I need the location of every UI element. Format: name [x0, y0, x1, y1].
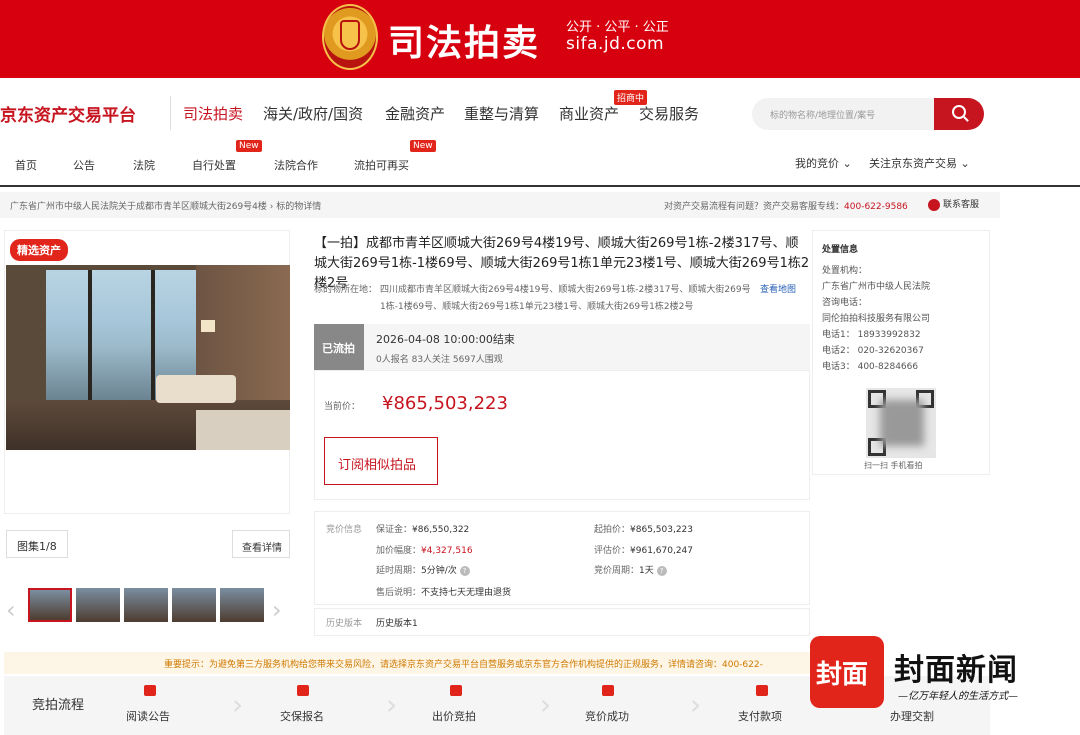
new-badge: New [410, 140, 436, 152]
prev-arrow-icon[interactable]: ‹ [6, 596, 16, 624]
subscribe-similar-button[interactable]: 订阅相似拍品 [324, 437, 438, 485]
nav-trading-services[interactable]: 交易服务 [639, 103, 699, 124]
nav-financial-assets[interactable]: 金融资产 [385, 103, 445, 124]
after-sale-note: 售后说明：不支持七天无理由退货 [376, 588, 512, 598]
nav-commercial-assets[interactable]: 商业资产 [559, 103, 619, 124]
cover-news-name: 封面新闻 [894, 653, 1018, 688]
disposal-title: 处置信息 [822, 245, 859, 255]
step-chevron: › [690, 688, 702, 721]
appraised-value: 评估价：¥961,670,247 [594, 546, 693, 556]
info-icon[interactable]: ? [459, 565, 470, 576]
subnav-home[interactable]: 首页 [15, 157, 37, 173]
service-icon [928, 198, 940, 211]
phone-2: 电话2： 020-32620367 [822, 346, 924, 356]
location-text: 四川成都市青羊区顺城大街269号4楼19号、顺城大街269号1栋-2楼317号、… [380, 285, 751, 312]
nav-underline [0, 185, 1080, 187]
notice-text: 重要提示：为避免第三方服务机构给您带来交易风险，请选择京东资产交易平台自营服务或… [164, 660, 763, 670]
search-button[interactable] [934, 98, 984, 130]
cover-news-logo: 封面 [810, 636, 884, 708]
bid-info-label: 竞价信息 [326, 525, 363, 535]
subnav-announcements[interactable]: 公告 [73, 157, 95, 173]
location-label: 标的物所在地： [314, 285, 378, 295]
payment-icon [756, 685, 768, 696]
thumbnail[interactable] [220, 588, 264, 622]
step-chevron: › [232, 688, 244, 721]
featured-badge: 精选资产 [10, 239, 68, 261]
next-arrow-icon[interactable]: › [272, 596, 282, 624]
step-chevron: › [540, 688, 552, 721]
breadcrumb[interactable]: 广东省广州市中级人民法院关于成都市青羊区顺城大街269号4楼 › 标的物详情 [10, 199, 321, 212]
bid-cycle: 竞价周期：1天 ? [594, 563, 667, 576]
thumbnail[interactable] [28, 588, 72, 622]
end-time: 2026-04-08 10:00:00结束 [376, 333, 515, 346]
thumbnail[interactable] [172, 588, 216, 622]
step-deposit-register: 交保报名 [280, 710, 324, 723]
process-title: 竞拍流程 [32, 698, 85, 713]
deposit: 保证金：¥86,550,322 [376, 525, 470, 535]
history-label: 历史版本 [326, 619, 363, 629]
step-bid-success: 竞价成功 [585, 710, 629, 723]
starting-price: 起拍价：¥865,503,223 [594, 525, 693, 535]
subnav-courts[interactable]: 法院 [133, 157, 155, 173]
disposal-org-label: 处置机构： [822, 266, 868, 276]
phone-1: 电话1： 18933992832 [822, 330, 921, 340]
bid-increment: 加价幅度：¥4,327,516 [376, 546, 473, 556]
search-input[interactable]: 标的物名称/地理位置/案号 [752, 98, 942, 130]
auction-stats: 0人报名 83人关注 5697人围观 [376, 355, 503, 365]
my-bids-menu[interactable]: 我的竞价 ⌄ [795, 155, 852, 171]
qr-code-icon [866, 388, 936, 458]
nav-customs-government[interactable]: 海关/政府/国资 [263, 103, 363, 124]
thumbnail[interactable] [124, 588, 168, 622]
consult-label: 咨询电话： [822, 298, 868, 308]
nav-judicial-auction[interactable]: 司法拍卖 [183, 103, 243, 124]
cover-news-slogan: —亿万年轻人的生活方式— [898, 691, 1018, 702]
deposit-icon [297, 685, 309, 696]
contact-service-link[interactable]: 联系客服 [928, 197, 979, 211]
bid-icon [450, 685, 462, 696]
new-badge: New [236, 140, 262, 152]
service-company: 同伦拍拍科技服务有限公司 [822, 314, 931, 324]
gallery-counter[interactable]: 图集1/8 [6, 530, 68, 558]
court-emblem-icon [322, 4, 378, 70]
qr-caption: 扫一扫 手机看拍 [864, 461, 923, 470]
nav-divider [170, 96, 171, 130]
service-label: 联系客服 [943, 200, 980, 210]
main-photo[interactable] [6, 265, 290, 450]
phone-3: 电话3： 400-8284666 [822, 362, 919, 372]
subnav-relist[interactable]: 流拍可再买 [354, 157, 409, 173]
banner-title: 司法拍卖 [388, 23, 541, 64]
subnav-self-disposal[interactable]: 自行处置 [192, 157, 236, 173]
thumbnail[interactable] [76, 588, 120, 622]
brand-logo[interactable]: 京东资产交易平台 [0, 101, 136, 126]
announcement-icon [144, 685, 156, 696]
view-details-button[interactable]: 查看详情 [232, 530, 290, 558]
history-version-link[interactable]: 历史版本1 [376, 616, 418, 629]
nav-restructuring[interactable]: 重整与清算 [464, 103, 539, 124]
step-place-bid: 出价竞拍 [432, 710, 476, 723]
price-label: 当前价： [324, 402, 361, 412]
current-price: ¥865,503,223 [382, 393, 508, 414]
success-icon [602, 685, 614, 696]
status-badge: 已流拍 [314, 324, 364, 370]
delay-period: 延时周期：5分钟/次 ? [376, 563, 470, 576]
banner-domain: sifa.jd.com [566, 34, 665, 54]
helpline-text: 对资产交易流程有问题？资产交易客服专线： [664, 202, 845, 212]
follow-menu[interactable]: 关注京东资产交易 ⌄ [869, 155, 970, 171]
step-handover: 办理交割 [890, 710, 934, 723]
disposal-org: 广东省广州市中级人民法院 [822, 282, 931, 292]
step-payment: 支付款项 [738, 710, 782, 723]
view-map-link[interactable]: 查看地图 [760, 282, 796, 299]
helpline: 对资产交易流程有问题？资产交易客服专线：400-622-9586 [664, 199, 908, 212]
subnav-court-cooperation[interactable]: 法院合作 [274, 157, 318, 173]
step-read-announcement: 阅读公告 [126, 710, 170, 723]
info-icon[interactable]: ? [656, 565, 667, 576]
banner-slogan: 公开 · 公平 · 公正 [566, 20, 669, 35]
helpline-phone: 400-622-9586 [844, 202, 908, 212]
step-chevron: › [386, 688, 398, 721]
